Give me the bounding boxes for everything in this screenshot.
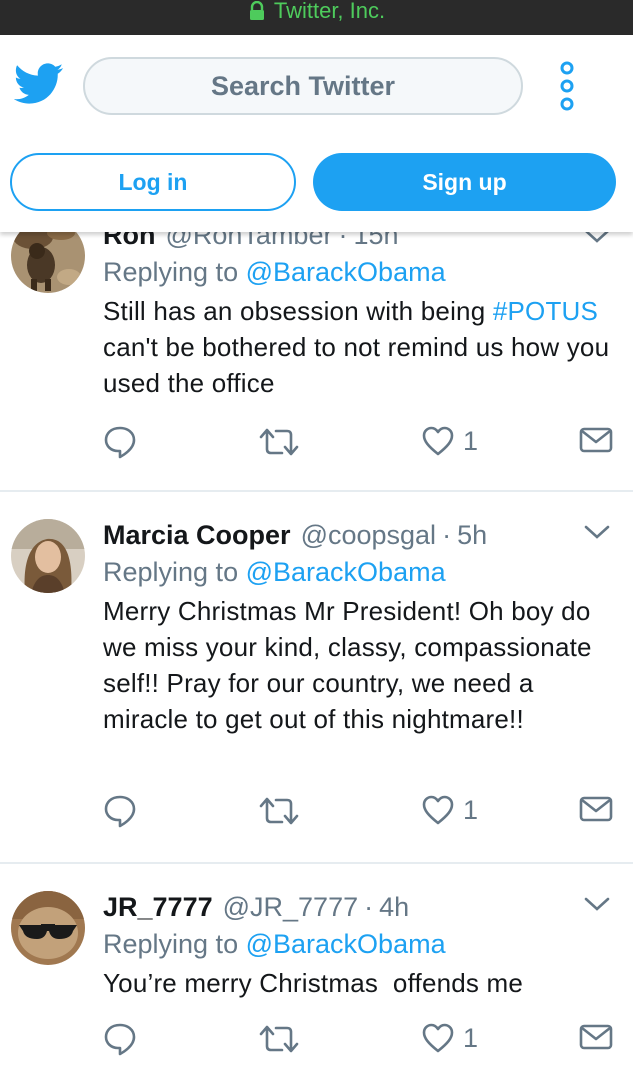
replying-prefix: Replying to — [103, 929, 239, 959]
display-name[interactable]: Marcia Cooper — [103, 520, 291, 551]
lock-icon — [249, 1, 264, 20]
hashtag-link[interactable]: #POTUS — [493, 296, 598, 326]
like-action[interactable]: 1 — [421, 794, 478, 826]
tweet-text: You’re merry Christmas offends me — [103, 968, 524, 998]
timestamp[interactable]: 5h — [457, 520, 487, 551]
display-name[interactable]: JR_7777 — [103, 892, 213, 923]
envelope-icon[interactable] — [579, 425, 613, 455]
like-count: 1 — [463, 425, 479, 456]
timestamp[interactable]: 4h — [379, 892, 409, 923]
replying-to: Replying to @BarackObama — [103, 257, 623, 288]
envelope-icon[interactable] — [579, 794, 613, 824]
mention-link[interactable]: @BarackObama — [246, 929, 446, 959]
replying-prefix: Replying to — [103, 557, 239, 587]
reply-icon[interactable] — [103, 794, 137, 828]
chevron-down-icon[interactable] — [583, 523, 611, 541]
tweet-text: Merry Christmas Mr President! Oh boy do … — [103, 596, 592, 734]
tweet-text-part: Still has an obsession with being — [103, 296, 493, 326]
mention-link[interactable]: @BarackObama — [246, 257, 446, 287]
tweet-content: Ron @RonTamber · 15h Replying to @Barack… — [103, 220, 623, 401]
replying-to: Replying to @BarackObama — [103, 557, 623, 588]
like-action[interactable]: 1 — [421, 1022, 478, 1054]
tweet-actions: 1 — [103, 794, 623, 830]
reply-icon[interactable] — [103, 425, 137, 459]
browser-address-bar[interactable]: Twitter, Inc. — [0, 0, 633, 35]
avatar[interactable] — [11, 519, 85, 593]
tweet-header: JR_7777 @JR_7777 · 4h — [103, 892, 623, 923]
retweet-icon[interactable] — [258, 425, 300, 459]
reply-icon[interactable] — [103, 1022, 137, 1056]
signup-button[interactable]: Sign up — [313, 153, 616, 211]
address-text: Twitter, Inc. — [273, 0, 386, 23]
avatar[interactable] — [11, 891, 85, 965]
app-header: Search Twitter Log in Sign up — [0, 35, 633, 232]
search-input[interactable]: Search Twitter — [83, 57, 523, 115]
retweet-icon[interactable] — [258, 794, 300, 828]
page: Twitter, Inc. Ron @RonTamber · 15h Reply… — [0, 0, 633, 1092]
like-action[interactable]: 1 — [421, 425, 478, 457]
tweet-content: JR_7777 @JR_7777 · 4h Replying to @Barac… — [103, 892, 623, 1001]
more-vertical-icon[interactable] — [554, 60, 580, 112]
chevron-down-icon[interactable] — [583, 895, 611, 913]
heart-icon — [422, 1023, 454, 1053]
reply-feed[interactable]: Ron @RonTamber · 15h Replying to @Barack… — [0, 195, 633, 1092]
envelope-icon[interactable] — [579, 1022, 613, 1052]
tweet[interactable]: Marcia Cooper @coopsgal · 5h Replying to… — [0, 492, 633, 864]
mention-link[interactable]: @BarackObama — [246, 557, 446, 587]
like-count: 1 — [463, 794, 479, 825]
username[interactable]: @JR_7777 — [223, 892, 359, 923]
tweet-content: Marcia Cooper @coopsgal · 5h Replying to… — [103, 520, 623, 737]
replying-prefix: Replying to — [103, 257, 239, 287]
username[interactable]: @coopsgal — [301, 520, 437, 551]
replying-to: Replying to @BarackObama — [103, 929, 623, 960]
tweet[interactable]: JR_7777 @JR_7777 · 4h Replying to @Barac… — [0, 864, 633, 1092]
tweet-text-part: can't be bothered to not remind us how y… — [103, 332, 610, 398]
tweet[interactable]: Ron @RonTamber · 15h Replying to @Barack… — [0, 195, 633, 492]
separator: · — [364, 892, 374, 922]
login-button[interactable]: Log in — [10, 153, 296, 211]
address-content: Twitter, Inc. — [248, 0, 385, 24]
heart-icon — [422, 795, 454, 825]
tweet-actions: 1 — [103, 1022, 623, 1058]
separator: · — [442, 520, 452, 550]
tweet-text: Still has an obsession with being #POTUS… — [103, 293, 623, 401]
heart-icon — [422, 426, 454, 456]
tweet-header: Marcia Cooper @coopsgal · 5h — [103, 520, 623, 551]
retweet-icon[interactable] — [258, 1022, 300, 1056]
twitter-bird-icon[interactable] — [14, 63, 64, 105]
tweet-actions: 1 — [103, 425, 623, 461]
like-count: 1 — [463, 1022, 479, 1053]
